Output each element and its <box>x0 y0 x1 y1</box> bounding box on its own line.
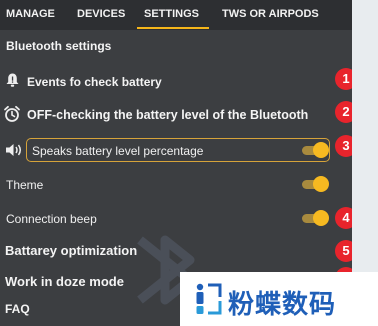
section-title: Bluetooth settings <box>6 39 112 53</box>
connection-beep-toggle[interactable] <box>302 210 329 226</box>
faq-item[interactable]: FAQ <box>5 302 30 316</box>
number-badge: 5 <box>335 240 352 262</box>
brand-watermark: 粉蝶数码 <box>180 272 378 326</box>
number-badge: 1 <box>335 68 352 90</box>
tab-settings[interactable]: SETTINGS <box>144 0 199 30</box>
speaker-icon <box>6 144 21 156</box>
alarm-clock-icon <box>4 105 20 122</box>
tab-manage[interactable]: MANAGE <box>6 0 55 30</box>
connection-beep-item[interactable]: Connection beep <box>6 212 97 226</box>
theme-item[interactable]: Theme <box>6 178 43 192</box>
tab-bar: MANAGE DEVICES SETTINGS TWS OR AIRPODS <box>0 0 352 30</box>
screen: MANAGE DEVICES SETTINGS TWS OR AIRPODS B… <box>0 0 378 326</box>
toggle-knob <box>313 176 329 192</box>
speaks-battery-toggle[interactable] <box>302 142 329 158</box>
number-badge: 3 <box>335 135 352 157</box>
toggle-knob <box>313 210 329 226</box>
bell-icon <box>6 73 19 87</box>
brand-name: 粉蝶数码 <box>228 290 337 320</box>
battery-optimization-item[interactable]: Battarey optimization <box>5 243 137 258</box>
speaks-battery-percentage-item[interactable]: Speaks battery level percentage <box>32 144 203 158</box>
brand-logo-icon <box>196 283 222 315</box>
toggle-knob <box>313 142 329 158</box>
theme-toggle[interactable] <box>302 176 329 192</box>
off-checking-battery-item[interactable]: OFF-checking the battery level of the Bl… <box>27 108 308 122</box>
tab-devices[interactable]: DEVICES <box>77 0 125 30</box>
active-tab-indicator <box>137 27 209 29</box>
doze-mode-item[interactable]: Work in doze mode <box>5 274 124 289</box>
events-check-battery-item[interactable]: Events fo check battery <box>27 75 162 89</box>
number-badge: 4 <box>335 207 352 229</box>
number-badge: 2 <box>335 101 352 123</box>
tab-tws-or-airpods[interactable]: TWS OR AIRPODS <box>222 0 319 30</box>
